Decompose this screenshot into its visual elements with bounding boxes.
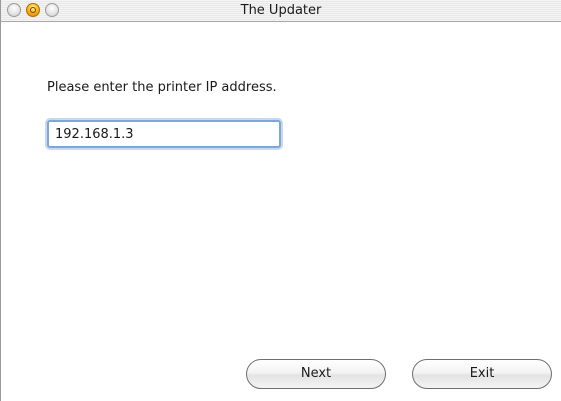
ip-address-prompt: Please enter the printer IP address.	[47, 80, 277, 95]
printer-ip-input[interactable]	[47, 120, 281, 148]
next-button[interactable]: Next	[246, 359, 386, 389]
exit-button[interactable]: Exit	[412, 359, 552, 389]
title-bar[interactable]: The Updater	[1, 0, 561, 22]
updater-window: The Updater Please enter the printer IP …	[0, 0, 561, 401]
window-title: The Updater	[240, 3, 322, 18]
